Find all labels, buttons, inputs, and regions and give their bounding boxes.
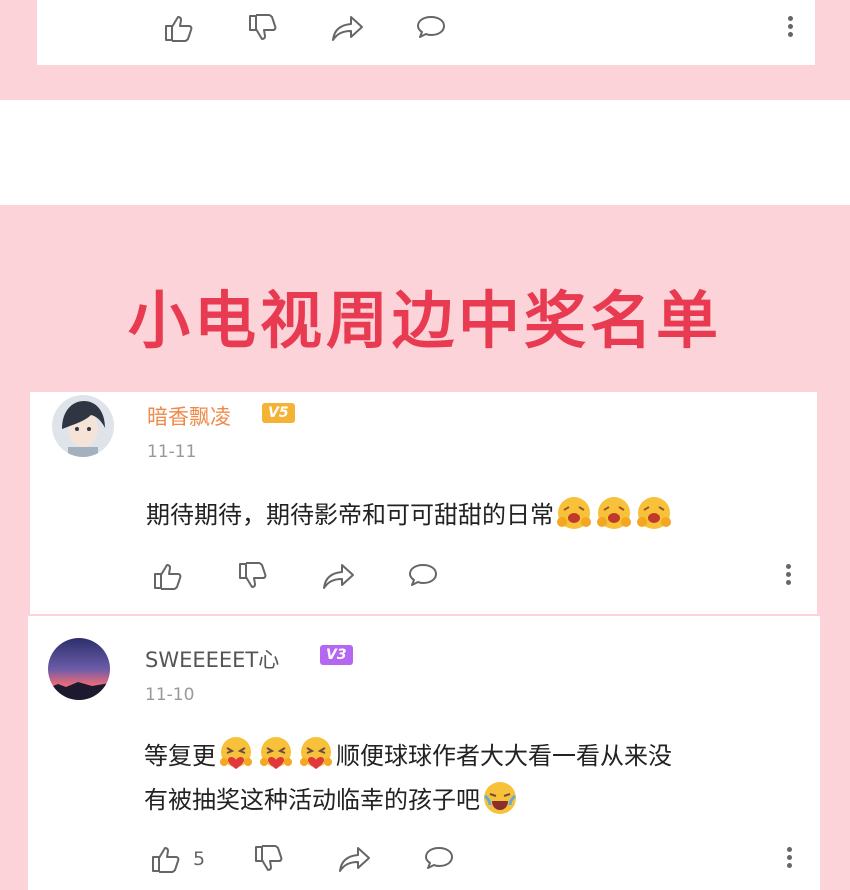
hug-heart-emoji (260, 737, 292, 769)
avatar[interactable] (52, 395, 114, 457)
comment-text-rest: 顺便球球作者大大看一看从来没 (336, 742, 672, 770)
comment-text-second: 有被抽奖这种活动临幸的孩子吧 (144, 786, 480, 814)
level-badge: V5 (262, 403, 295, 423)
more-options-button[interactable] (786, 564, 792, 588)
like-button[interactable] (150, 845, 182, 873)
hug-heart-emoji (300, 737, 332, 769)
comment-card: 暗香飘凌 V5 11-11 期待期待，期待影帝和可可甜甜的日常 (30, 392, 817, 614)
share-arrow-icon (332, 16, 363, 41)
like-count: 5 (193, 848, 206, 870)
comment-text-line: 等复更 顺便球球作者大大看一看从来没 (144, 734, 814, 778)
level-badge: V3 (320, 645, 353, 665)
reply-button[interactable] (407, 562, 439, 590)
hug-laugh-emoji (557, 497, 591, 529)
thumbs-up-icon (154, 564, 182, 590)
comment-bubble-icon (425, 847, 453, 869)
comment-text-line: 有被抽奖这种活动临幸的孩子吧 (144, 778, 814, 822)
like-button[interactable] (163, 14, 195, 42)
username[interactable]: 暗香飘凌 (147, 401, 231, 431)
avatar[interactable] (48, 638, 110, 700)
comment-date: 11-10 (145, 685, 195, 705)
share-button[interactable] (331, 14, 365, 42)
reply-button[interactable] (415, 14, 447, 42)
banner-title: 小电视周边中奖名单 (127, 284, 722, 357)
reply-button[interactable] (423, 845, 455, 873)
dislike-button[interactable] (237, 562, 269, 590)
more-options-button[interactable] (787, 847, 793, 871)
more-options-button[interactable] (788, 16, 794, 40)
thumbs-up-icon (165, 16, 193, 42)
hug-laugh-emoji (637, 497, 671, 529)
like-button[interactable] (152, 562, 184, 590)
comment-text: 期待期待，期待影帝和可可甜甜的日常 (146, 493, 674, 537)
thumbs-up-icon (152, 847, 180, 873)
share-arrow-icon (323, 564, 354, 589)
comment-card: SWEEEEET心 V3 11-10 等复更 顺便球球作者大大看一看从来没 有被抽… (28, 616, 820, 890)
comment-bubble-icon (409, 564, 437, 586)
hug-heart-emoji (220, 737, 252, 769)
share-button[interactable] (338, 845, 372, 873)
dislike-button[interactable] (247, 14, 279, 42)
username[interactable]: SWEEEEET心 (145, 644, 279, 674)
thumbs-down-icon (239, 562, 267, 588)
thumbs-down-icon (249, 14, 277, 40)
share-button[interactable] (322, 562, 356, 590)
share-arrow-icon (339, 847, 370, 872)
comment-text-start: 等复更 (144, 742, 216, 770)
previous-comment-card (37, 0, 815, 65)
dislike-button[interactable] (253, 845, 285, 873)
comment-date: 11-11 (147, 442, 197, 462)
crying-laugh-emoji (484, 782, 516, 814)
comment-text-body: 期待期待，期待影帝和可可甜甜的日常 (146, 501, 554, 529)
comment-bubble-icon (417, 16, 445, 38)
hug-laugh-emoji (597, 497, 631, 529)
thumbs-down-icon (255, 845, 283, 871)
comment-text: 等复更 顺便球球作者大大看一看从来没 有被抽奖这种活动临幸的孩子吧 (144, 734, 814, 822)
